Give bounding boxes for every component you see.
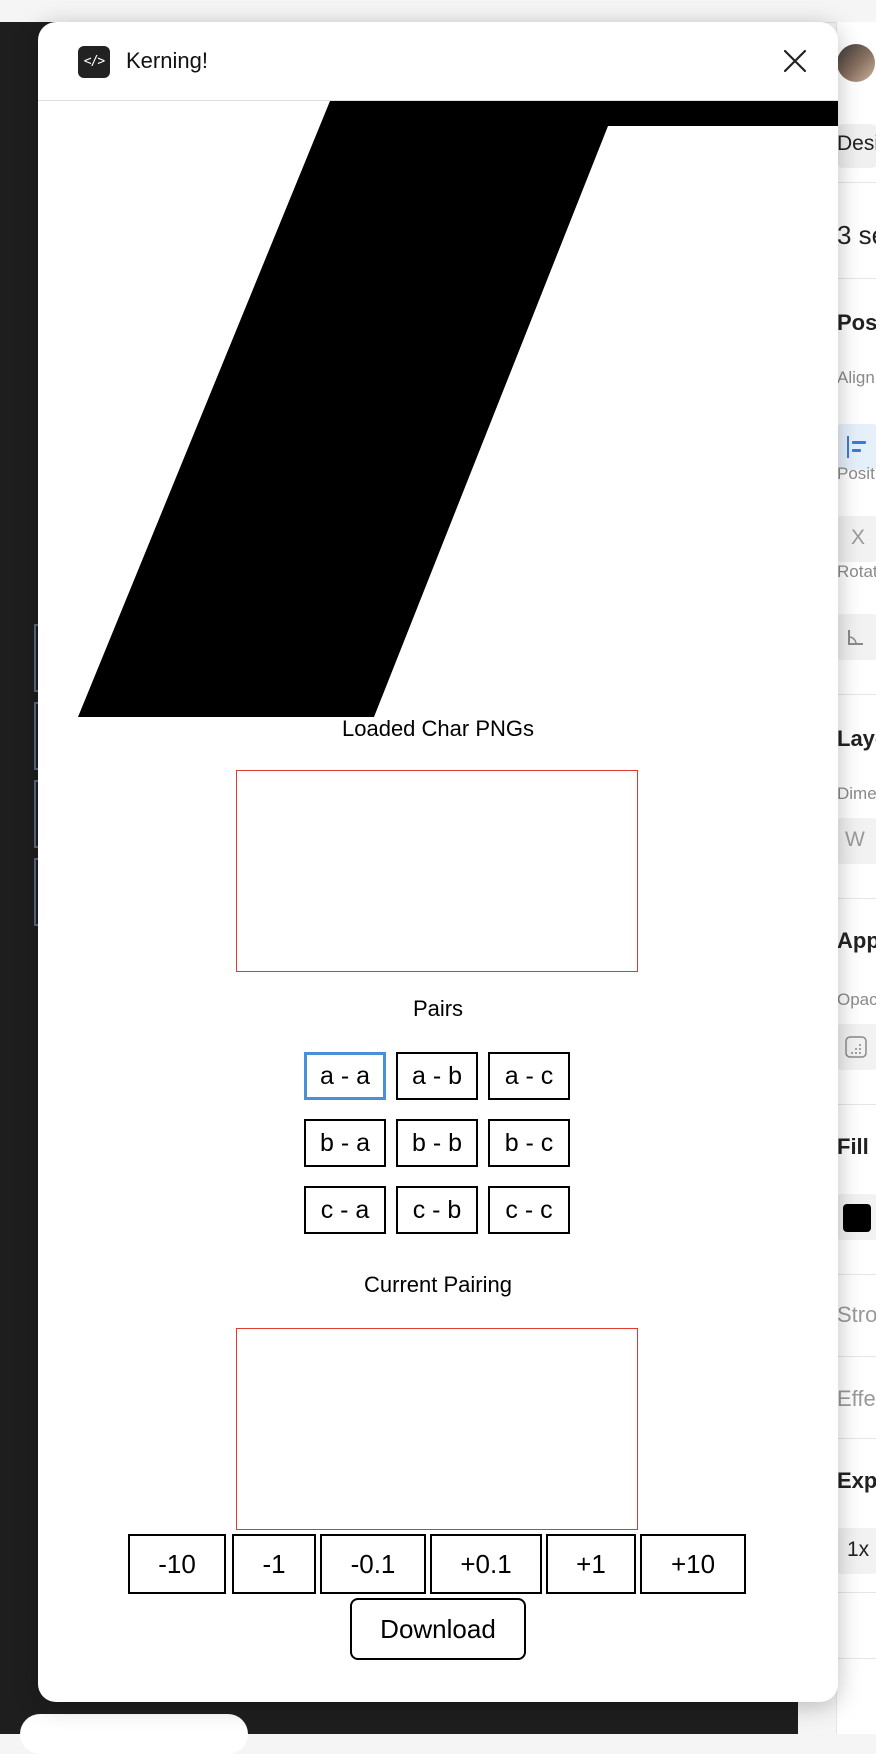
divider [837, 1592, 876, 1593]
loaded-chars-title: Loaded Char PNGs [342, 716, 534, 741]
angle-icon [848, 630, 863, 645]
adjust-button[interactable]: +10 [640, 1534, 746, 1594]
divider [837, 694, 876, 695]
align-label: Align [837, 368, 875, 387]
opacity-label: Opac [837, 990, 876, 1009]
close-icon[interactable] [780, 46, 810, 76]
selection-count: 3 se [837, 220, 876, 250]
modal-title: Kerning! [126, 48, 208, 73]
glyph-preview [78, 101, 838, 717]
position-label: Posit [837, 464, 875, 483]
pair-button[interactable]: c - c [488, 1186, 570, 1234]
layout-heading: Layo [837, 726, 876, 751]
dimensions-label: Dime [837, 784, 876, 803]
adjust-button[interactable]: -0.1 [320, 1534, 426, 1594]
canvas-bottom-toolbar[interactable] [20, 1714, 248, 1754]
tab-design-label: Desi [837, 132, 876, 155]
divider [837, 1274, 876, 1275]
download-button[interactable]: Download [350, 1598, 526, 1660]
current-pairing-canvas [236, 1328, 638, 1530]
x-label: X [851, 526, 866, 549]
divider [837, 1104, 876, 1105]
divider [837, 278, 876, 279]
pair-button[interactable]: a - b [396, 1052, 478, 1100]
loaded-chars-canvas [236, 770, 638, 972]
stroke-heading[interactable]: Stro [837, 1302, 876, 1328]
w-label: W [845, 828, 865, 851]
pair-button[interactable]: c - b [396, 1186, 478, 1234]
properties-panel: Desi 3 se Posi Align Posit X Rotat Layo … [836, 22, 876, 1734]
opacity-icon [845, 1036, 867, 1058]
pairs-title: Pairs [412, 996, 464, 1021]
pair-button[interactable]: a - c [488, 1052, 570, 1100]
appearance-heading: App [837, 928, 876, 953]
pair-button[interactable]: b - c [488, 1119, 570, 1167]
divider [837, 1356, 876, 1357]
align-left-icon [847, 436, 866, 458]
fill-color-swatch[interactable] [843, 1204, 871, 1232]
pair-button[interactable]: b - b [396, 1119, 478, 1167]
fill-heading: Fill [837, 1134, 869, 1159]
kerning-modal: </> Kerning! Loaded Char PNGs Pairs a - … [38, 22, 838, 1702]
export-scale-value: 1x [847, 1538, 870, 1561]
pair-button[interactable]: b - a [304, 1119, 386, 1167]
pair-button[interactable]: c - a [304, 1186, 386, 1234]
effects-heading[interactable]: Effe [837, 1386, 876, 1412]
current-pairing-title: Current Pairing [364, 1272, 512, 1297]
app-top-strip [0, 0, 876, 23]
adjust-button[interactable]: +1 [546, 1534, 636, 1594]
position-heading: Posi [837, 310, 876, 335]
divider [837, 182, 876, 183]
divider [837, 898, 876, 899]
modal-header: </> Kerning! [38, 22, 838, 101]
pair-button[interactable]: a - a [304, 1052, 386, 1100]
export-heading: Expo [837, 1468, 876, 1493]
adjust-button[interactable]: -1 [232, 1534, 316, 1594]
divider [837, 1658, 876, 1659]
adjust-button[interactable]: +0.1 [430, 1534, 542, 1594]
divider [837, 1438, 876, 1439]
adjust-button[interactable]: -10 [128, 1534, 226, 1594]
rotation-label: Rotat [837, 562, 876, 581]
code-icon: </> [78, 46, 110, 78]
avatar[interactable] [837, 44, 875, 82]
